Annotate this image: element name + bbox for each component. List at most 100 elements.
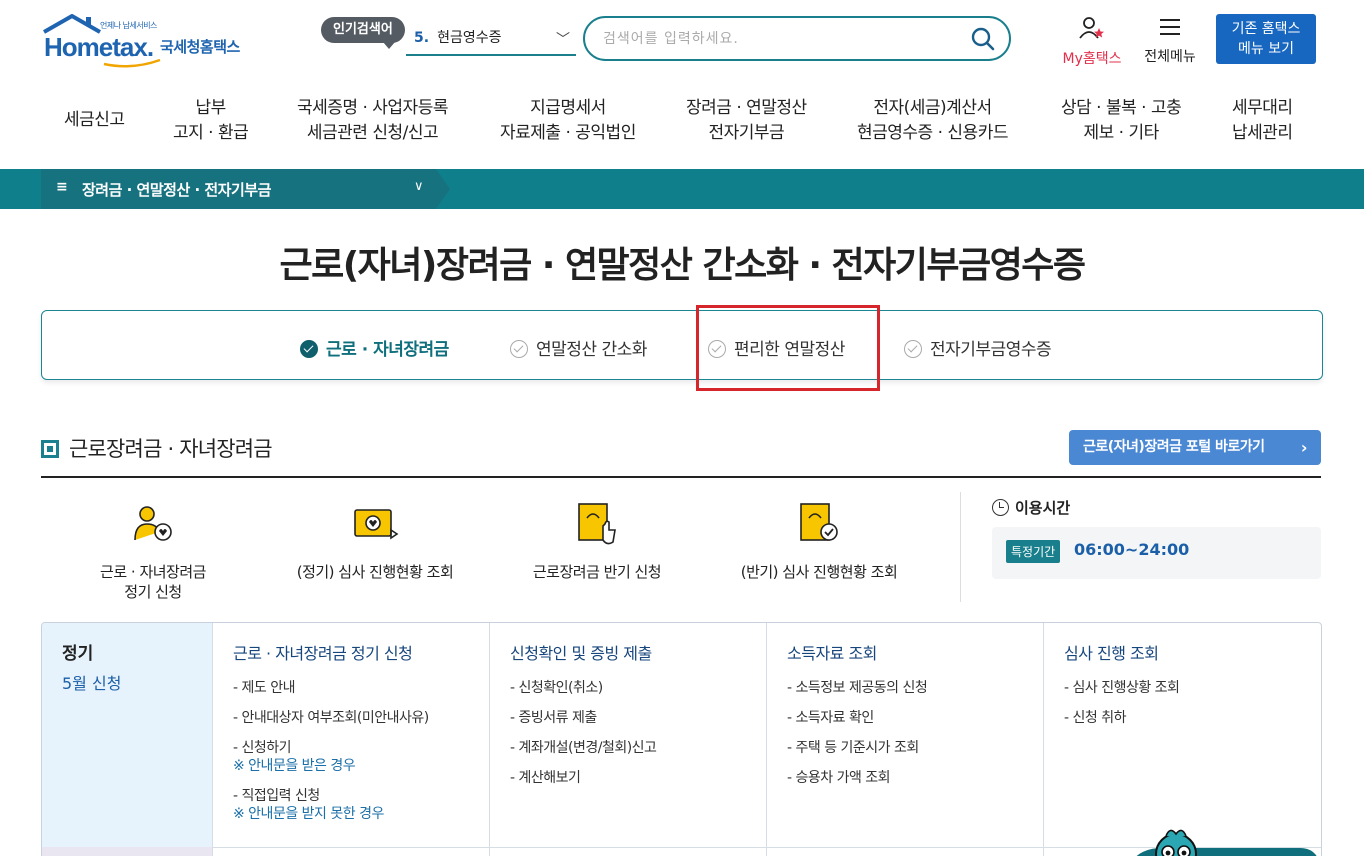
tab-donation-receipt[interactable]: 전자기부금영수증 bbox=[904, 335, 1052, 360]
grid-col-review: 심사 진행 조회 - 심사 진행상황 조회 - 신청 취하 bbox=[1043, 623, 1321, 856]
hours-value: 06:00~24:00 bbox=[1074, 540, 1190, 559]
my-hometax-label: My홈택스 bbox=[1062, 51, 1122, 67]
list-note: ※ 안내문을 받지 못한 경우 bbox=[233, 806, 384, 822]
popular-search-select[interactable]: 5. 현금영수증 ﹀ bbox=[406, 24, 576, 56]
hometax-logo[interactable]: 언제나 납세서비스 Hometax. 국세청홈택스 bbox=[42, 14, 262, 68]
service-regular-status[interactable]: (정기) 심사 진행현황 조회 bbox=[290, 500, 460, 582]
vertical-divider bbox=[960, 492, 961, 602]
popular-search-badge: 인기검색어 bbox=[321, 17, 405, 49]
popular-rank: 5. bbox=[414, 30, 430, 46]
period-subtitle: 5월 신청 bbox=[62, 674, 122, 693]
col-heading[interactable]: 신청확인 및 증빙 제출 bbox=[510, 640, 652, 664]
section-title: 근로장려금 · 자녀장려금 bbox=[41, 433, 273, 463]
list-item[interactable]: - 신청확인(취소) bbox=[510, 673, 656, 703]
col-links: - 소득정보 제공동의 신청 - 소득자료 확인 - 주택 등 기준시가 조회 … bbox=[787, 673, 928, 793]
list-item[interactable]: - 계산해보기 bbox=[510, 763, 656, 793]
breadcrumb-arrow bbox=[436, 169, 450, 209]
service-label: (반기) 심사 진행현황 조회 bbox=[740, 563, 898, 581]
hamburger-icon bbox=[1160, 19, 1180, 35]
grid-col-apply: 근로 · 자녀장려금 정기 신청 - 제도 안내 - 안내대상자 여부조회(미안… bbox=[212, 623, 489, 856]
list-item[interactable]: - 승용차 가액 조회 bbox=[787, 763, 927, 793]
all-menu-button[interactable]: 전체메뉴 bbox=[1138, 16, 1202, 66]
col-heading[interactable]: 근로 · 자녀장려금 정기 신청 bbox=[233, 640, 413, 664]
list-item[interactable]: - 심사 진행상황 조회 bbox=[1064, 673, 1180, 703]
tab-label: 근로 · 자녀장려금 bbox=[326, 340, 449, 360]
portal-link-button[interactable]: 근로(자녀)장려금 포털 바로가기 › bbox=[1069, 430, 1321, 465]
nav-e-invoice[interactable]: 전자(세금)계산서현금영수증 · 신용카드 bbox=[857, 96, 1008, 146]
logo-tagline: 언제나 납세서비스 bbox=[100, 21, 157, 30]
menu-icon: ≡ bbox=[56, 179, 68, 195]
user-star-icon bbox=[1079, 17, 1104, 39]
nav-payment[interactable]: 납부고지 · 환급 bbox=[173, 96, 249, 146]
page-title: 근로(자녀)장려금 · 연말정산 간소화 · 전자기부금영수증 bbox=[279, 245, 1086, 286]
grid-col-confirm: 신청확인 및 증빙 제출 - 신청확인(취소) - 증빙서류 제출 - 계좌개설… bbox=[489, 623, 766, 856]
nav-agent[interactable]: 세무대리 납세관리 bbox=[1232, 96, 1293, 146]
nav-statements[interactable]: 지급명세서 자료제출 · 공익법인 bbox=[500, 96, 636, 146]
check-circle-icon bbox=[510, 340, 528, 358]
header: 언제나 납세서비스 Hometax. 국세청홈택스 인기검색어 5. 현금영수증 … bbox=[0, 0, 1364, 82]
tab-simplified[interactable]: 연말정산 간소화 bbox=[510, 335, 647, 360]
service-label: 정기 신청 bbox=[124, 583, 182, 601]
nav-label: 전자(세금)계산서 bbox=[873, 98, 992, 118]
nav-label: 고지 · 환급 bbox=[173, 123, 249, 143]
nav-label: 전자기부금 bbox=[708, 123, 785, 143]
col-links: - 심사 진행상황 조회 - 신청 취하 bbox=[1064, 673, 1180, 733]
col-heading[interactable]: 심사 진행 조회 bbox=[1064, 640, 1159, 664]
highlight-box bbox=[696, 305, 880, 391]
logo-korean: 국세청홈택스 bbox=[160, 38, 240, 56]
document-check-icon bbox=[800, 503, 838, 541]
nav-certificates[interactable]: 국세증명 · 사업자등록 세금관련 신청/신고 bbox=[297, 96, 448, 146]
nav-incentives[interactable]: 장려금 · 연말정산 전자기부금 bbox=[686, 96, 807, 146]
nav-label: 납부 bbox=[195, 98, 227, 118]
list-item[interactable]: - 안내대상자 여부조회(미안내사유) bbox=[233, 703, 429, 733]
list-item[interactable]: - 주택 등 기준시가 조회 bbox=[787, 733, 927, 763]
hours-box: 특정기간 06:00~24:00 bbox=[992, 527, 1321, 579]
tab-bar: 근로 · 자녀장려금 연말정산 간소화 편리한 연말정산 전자기부금영수증 bbox=[41, 310, 1323, 380]
my-hometax-button[interactable]: My홈택스 bbox=[1056, 16, 1128, 68]
nav-label: 세금관련 신청/신고 bbox=[306, 123, 439, 143]
square-bullet-icon bbox=[41, 440, 59, 458]
row-divider bbox=[767, 847, 1043, 848]
old-hometax-button[interactable]: 기존 홈택스 메뉴 보기 bbox=[1216, 14, 1316, 64]
list-note: ※ 안내문을 받은 경우 bbox=[233, 758, 356, 774]
nav-consult[interactable]: 상담 · 불복 · 고충 제보 · 기타 bbox=[1061, 96, 1182, 146]
logo-swoosh-icon bbox=[103, 58, 161, 68]
breadcrumb-label: 장려금 · 연말정산 · 전자기부금 bbox=[82, 181, 271, 199]
chatbot-mascot-icon[interactable] bbox=[1130, 824, 1320, 856]
list-item[interactable]: - 계좌개설(변경/철회)신고 bbox=[510, 733, 657, 763]
document-hand-icon bbox=[578, 503, 616, 545]
chevron-down-icon: ﹀ bbox=[556, 32, 570, 48]
tab-incentive[interactable]: 근로 · 자녀장려금 bbox=[300, 335, 449, 360]
old-hometax-line2: 메뉴 보기 bbox=[1238, 41, 1294, 57]
list-item[interactable]: - 신청 취하 bbox=[1064, 703, 1179, 733]
nav-label: 현금영수증 · 신용카드 bbox=[857, 123, 1008, 143]
list-item[interactable]: - 소득자료 확인 bbox=[787, 703, 927, 733]
row-divider bbox=[490, 847, 766, 848]
service-half-apply[interactable]: 근로장려금 반기 신청 bbox=[512, 500, 682, 582]
service-half-status[interactable]: (반기) 심사 진행현황 조회 bbox=[734, 500, 904, 582]
all-menu-label: 전체메뉴 bbox=[1144, 49, 1196, 65]
search-icon[interactable] bbox=[971, 27, 995, 51]
nav-label: 납세관리 bbox=[1232, 123, 1293, 143]
person-heart-icon bbox=[134, 506, 172, 541]
search-input[interactable] bbox=[603, 28, 963, 50]
period-title: 정기 bbox=[62, 644, 94, 664]
hours-title: 이용시간 bbox=[992, 497, 1070, 518]
nav-tax-return[interactable]: 세금신고 bbox=[64, 108, 125, 133]
tab-label: 전자기부금영수증 bbox=[930, 340, 1052, 360]
service-label: 근로 · 자녀장려금 bbox=[100, 563, 206, 581]
service-label: 근로장려금 반기 신청 bbox=[532, 563, 662, 581]
col-heading[interactable]: 소득자료 조회 bbox=[787, 640, 877, 664]
chevron-down-icon: ∨ bbox=[414, 179, 424, 194]
service-regular-apply[interactable]: 근로 · 자녀장려금 정기 신청 bbox=[68, 500, 238, 602]
old-hometax-line1: 기존 홈택스 bbox=[1231, 21, 1301, 37]
monitor-heart-icon bbox=[354, 509, 399, 540]
section-title-text: 근로장려금 · 자녀장려금 bbox=[69, 437, 273, 461]
list-item[interactable]: - 제도 안내 bbox=[233, 673, 429, 703]
check-circle-icon bbox=[300, 340, 318, 358]
popular-term: 현금영수증 bbox=[437, 30, 502, 46]
col-links: - 제도 안내 - 안내대상자 여부조회(미안내사유) - 신청하기 ※ 안내문… bbox=[233, 673, 429, 829]
section-divider bbox=[41, 476, 1321, 478]
list-item[interactable]: - 소득정보 제공동의 신청 bbox=[787, 673, 928, 703]
list-item[interactable]: - 증빙서류 제출 bbox=[510, 703, 656, 733]
